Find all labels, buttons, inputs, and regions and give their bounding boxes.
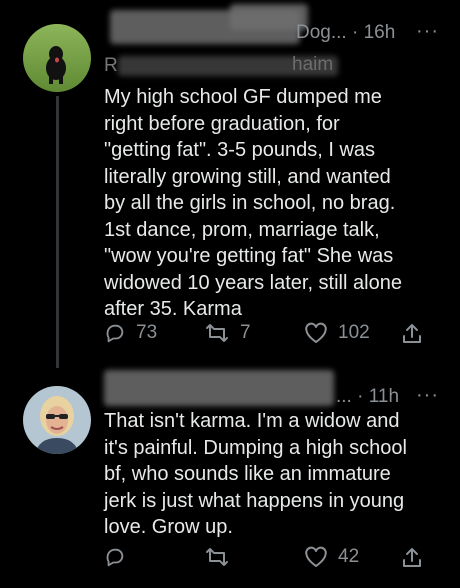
timestamp[interactable]: 16h xyxy=(364,22,396,43)
more-icon[interactable]: ··· xyxy=(416,384,439,407)
reply-line-fragment-start: R xyxy=(104,55,118,76)
tweet-body: That isn't karma. I'm a widow and it's p… xyxy=(104,410,407,538)
heart-icon xyxy=(305,322,327,343)
share-icon xyxy=(403,548,421,567)
retweet-button[interactable]: 7 xyxy=(204,322,251,344)
avatar[interactable] xyxy=(23,386,91,454)
share-button[interactable] xyxy=(400,322,424,346)
woman-avatar-image xyxy=(23,386,91,454)
tweet-meta: ... · 11h xyxy=(336,386,399,408)
heart-icon xyxy=(305,546,327,567)
tweet-actions: 73 7 102 xyxy=(0,322,460,352)
timestamp[interactable]: 11h xyxy=(369,386,399,407)
handle-suffix: Dog... xyxy=(296,22,347,43)
retweet-count: 7 xyxy=(240,322,251,343)
meta-separator: · xyxy=(351,22,359,43)
tweet-meta: Dog... · 16h xyxy=(296,22,395,44)
more-icon[interactable]: ··· xyxy=(416,20,439,43)
retweet-icon xyxy=(206,548,228,566)
share-button[interactable] xyxy=(400,546,424,570)
like-button[interactable]: 42 xyxy=(304,546,359,568)
like-count: 42 xyxy=(338,546,360,567)
reply-button[interactable]: 73 xyxy=(104,322,157,344)
like-button[interactable]: 102 xyxy=(304,322,370,344)
reply-icon xyxy=(106,324,124,343)
redacted-display-name xyxy=(104,370,334,406)
reply-count: 73 xyxy=(136,322,158,343)
retweet-button[interactable] xyxy=(204,546,240,568)
tweet-2[interactable]: ... · 11h ··· That isn't karma. I'm a wi… xyxy=(0,370,460,588)
tweet-1[interactable]: Dog... · 16h ··· R haim My high school G… xyxy=(0,0,460,380)
avatar[interactable] xyxy=(23,24,91,92)
reply-icon xyxy=(106,548,124,567)
share-icon xyxy=(403,324,421,343)
meta-separator: · xyxy=(357,386,364,407)
handle-suffix: ... xyxy=(336,386,352,407)
retweet-icon xyxy=(206,324,228,342)
tweet-actions: 42 xyxy=(0,546,460,576)
tweet-body: My high school GF dumped me right before… xyxy=(104,86,402,320)
dog-avatar-image xyxy=(23,24,91,92)
like-count: 102 xyxy=(338,322,370,343)
reply-line-fragment-end: haim xyxy=(292,54,334,75)
reply-button[interactable] xyxy=(104,546,136,568)
